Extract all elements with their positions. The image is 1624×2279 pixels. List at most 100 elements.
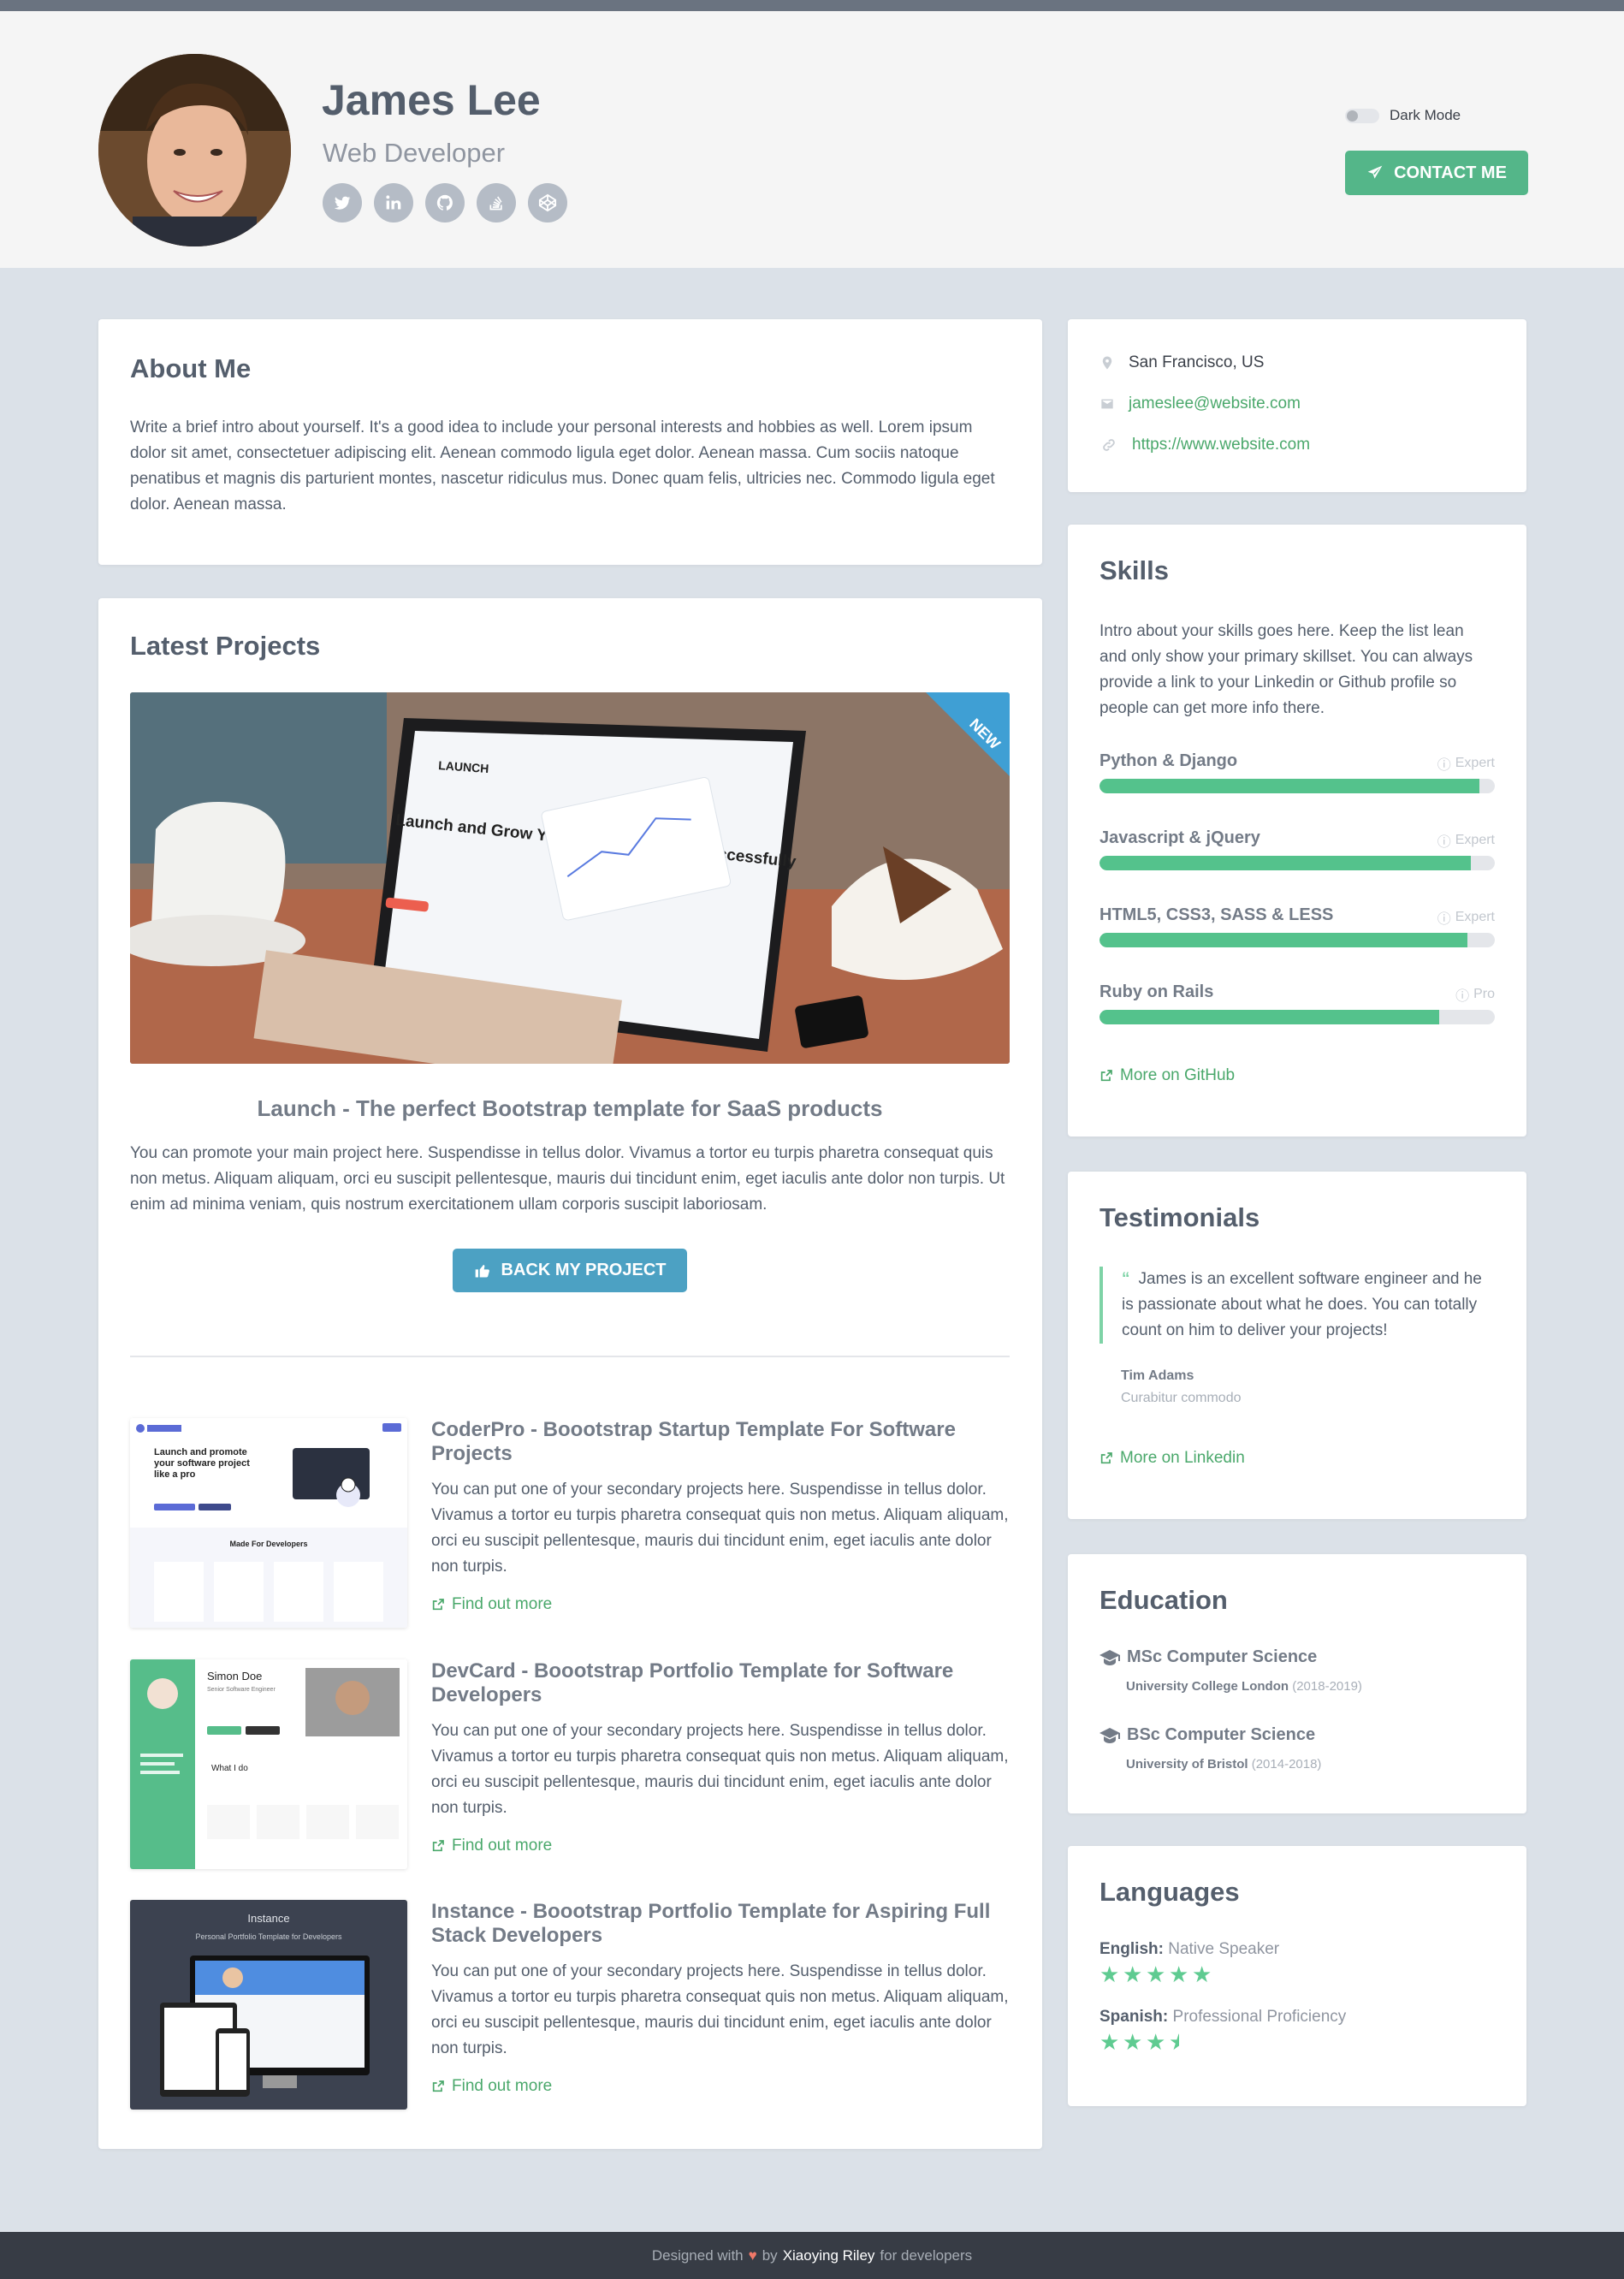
- profile-avatar: [98, 54, 291, 246]
- skill-level: ⓘ Pro: [1455, 984, 1495, 1005]
- find-out-more-label: Find out more: [452, 1837, 553, 1855]
- linkedin-icon[interactable]: [374, 183, 413, 223]
- website-row: https://www.website.com: [1099, 436, 1310, 454]
- secondary-project-text: You can put one of your secondary projec…: [431, 1962, 1009, 2057]
- envelope-icon: [1101, 399, 1113, 409]
- testimonial-author: Tim Adams: [1121, 1368, 1194, 1383]
- skill-bar: [1099, 856, 1495, 870]
- contact-button[interactable]: CONTACT ME: [1345, 151, 1528, 195]
- find-out-more-link[interactable]: Find out more: [431, 1595, 552, 1614]
- featured-project-image[interactable]: LAUNCH Launch and Grow Your SaaS Busines…: [130, 692, 1010, 1064]
- devcard-thumbnail[interactable]: Simon Doe Senior Software Engineer What …: [130, 1659, 407, 1869]
- contact-label: CONTACT ME: [1394, 163, 1507, 182]
- profile-name: James Lee: [322, 76, 541, 124]
- star-icon: ★: [1169, 1961, 1189, 1987]
- external-link-icon: [1100, 1070, 1112, 1082]
- star-icon: ★: [1099, 2029, 1120, 2055]
- language-item: English: Native Speaker ★ ★ ★ ★ ★: [1099, 1940, 1279, 1985]
- instance-thumb-heading: Instance: [247, 1912, 289, 1925]
- secondary-project-title[interactable]: Instance - Boootstrap Portfolio Template…: [431, 1900, 1010, 1948]
- find-out-more-link[interactable]: Find out more: [431, 1837, 552, 1855]
- secondary-project: Instance Personal Portfolio Template for…: [130, 1900, 1010, 2110]
- footer-author-link[interactable]: Xiaoying Riley: [783, 2247, 875, 2264]
- graduation-cap-icon: [1099, 1649, 1120, 1665]
- star-half-icon: ★: [1169, 2032, 1179, 2052]
- more-on-linkedin-label: More on Linkedin: [1120, 1449, 1245, 1467]
- heart-icon: ♥: [748, 2246, 757, 2264]
- back-project-label: BACK MY PROJECT: [501, 1261, 667, 1279]
- languages-card: Languages English: Native Speaker ★ ★ ★ ★ ★ …: [1068, 1846, 1526, 2106]
- secondary-project-text: You can put one of your secondary projec…: [431, 1481, 1009, 1576]
- instance-thumbnail[interactable]: Instance Personal Portfolio Template for…: [130, 1900, 407, 2110]
- twitter-icon[interactable]: [323, 183, 362, 223]
- star-icon: ★: [1192, 1961, 1212, 1987]
- languages-heading: Languages: [1099, 1877, 1240, 1907]
- education-item: MSc Computer Science University College …: [1099, 1647, 1362, 1694]
- codepen-icon[interactable]: [528, 183, 567, 223]
- skill-bar-fill: [1099, 1010, 1440, 1024]
- secondary-project: Simon Doe Senior Software Engineer What …: [130, 1659, 1010, 1869]
- info-circle-icon: ⓘ: [1437, 835, 1451, 850]
- website-link[interactable]: https://www.website.com: [1132, 436, 1310, 454]
- skill-bar: [1099, 1010, 1495, 1024]
- instance-thumb-sub: Personal Portfolio Template for Develope…: [196, 1932, 342, 1941]
- university: University College London (2018-2019): [1126, 1679, 1362, 1694]
- featured-project-text: You can promote your main project here. …: [130, 1144, 1005, 1214]
- about-heading: About Me: [130, 353, 252, 383]
- secondary-project-title[interactable]: DevCard - Boootstrap Portfolio Template …: [431, 1659, 1010, 1707]
- testimonial-author-role: Curabitur commodo: [1121, 1391, 1242, 1405]
- devcard-thumb-name: Simon Doe: [207, 1670, 262, 1683]
- secondary-project-title[interactable]: CoderPro - Boootstrap Startup Template F…: [431, 1418, 1010, 1466]
- skill-name: Javascript & jQuery: [1099, 828, 1260, 847]
- language-rating: ★ ★ ★ ★: [1099, 2029, 1346, 2055]
- language-name: Spanish:: [1099, 2008, 1169, 2026]
- education-heading: Education: [1099, 1585, 1228, 1615]
- skills-intro: Intro about your skills goes here. Keep …: [1099, 622, 1473, 717]
- skill-item: Javascript & jQuery ⓘ Expert: [1099, 828, 1495, 870]
- dark-mode-toggle[interactable]: [1345, 108, 1379, 123]
- back-project-button[interactable]: BACK MY PROJECT: [453, 1249, 687, 1292]
- email-link[interactable]: jameslee@website.com: [1129, 395, 1301, 413]
- skill-item: Python & Django ⓘ Expert: [1099, 751, 1495, 793]
- about-card: About Me Write a brief intro about yours…: [98, 319, 1042, 565]
- star-icon: ★: [1146, 2029, 1166, 2055]
- find-out-more-label: Find out more: [452, 1595, 553, 1613]
- more-on-linkedin-link[interactable]: More on Linkedin: [1099, 1449, 1245, 1468]
- find-out-more-link[interactable]: Find out more: [431, 2077, 552, 2096]
- skill-level: ⓘ Expert: [1437, 907, 1495, 928]
- skill-name: Ruby on Rails: [1099, 982, 1214, 1001]
- info-circle-icon: ⓘ: [1455, 989, 1470, 1004]
- featured-project-title[interactable]: Launch - The perfect Bootstrap template …: [130, 1095, 1010, 1122]
- testimonials-card: Testimonials “James is an excellent soft…: [1068, 1172, 1526, 1519]
- github-icon[interactable]: [425, 183, 465, 223]
- education-card: Education MSc Computer Science Universit…: [1068, 1554, 1526, 1813]
- quote-left-icon: “: [1122, 1270, 1130, 1288]
- footer-suffix: for developers: [880, 2246, 973, 2264]
- skills-heading: Skills: [1099, 555, 1169, 585]
- skill-level: ⓘ Expert: [1437, 753, 1495, 774]
- more-on-github-link[interactable]: More on GitHub: [1099, 1066, 1235, 1085]
- footer-prefix: Designed with: [651, 2246, 744, 2264]
- skill-level: ⓘ Expert: [1437, 830, 1495, 851]
- education-years: (2014-2018): [1251, 1757, 1322, 1772]
- profile-header: James Lee Web Developer Dark Mode CONTAC…: [0, 11, 1624, 268]
- skill-name: Python & Django: [1099, 751, 1238, 770]
- skill-bar: [1099, 779, 1495, 793]
- coderpro-thumbnail[interactable]: Launch and promote your software project l…: [130, 1418, 407, 1628]
- external-link-icon: [432, 2080, 444, 2092]
- more-on-github-label: More on GitHub: [1120, 1066, 1236, 1084]
- external-link-icon: [432, 1840, 444, 1852]
- skill-bar-fill: [1099, 779, 1479, 793]
- about-text: Write a brief intro about yourself. It's…: [130, 418, 995, 513]
- stack-overflow-icon[interactable]: [477, 183, 516, 223]
- star-icon: ★: [1123, 2029, 1143, 2055]
- find-out-more-label: Find out more: [452, 2077, 553, 2095]
- social-links: [323, 183, 567, 223]
- external-link-icon: [432, 1599, 444, 1611]
- email-row: jameslee@website.com: [1099, 395, 1301, 413]
- language-rating: ★ ★ ★ ★ ★: [1099, 1961, 1279, 1987]
- secondary-project-text: You can put one of your secondary projec…: [431, 1722, 1009, 1817]
- profile-title: Web Developer: [323, 138, 506, 168]
- testimonial-quote: “James is an excellent software engineer…: [1099, 1267, 1495, 1344]
- projects-card: Latest Projects LAUNCH Launch and Grow Y…: [98, 598, 1042, 2149]
